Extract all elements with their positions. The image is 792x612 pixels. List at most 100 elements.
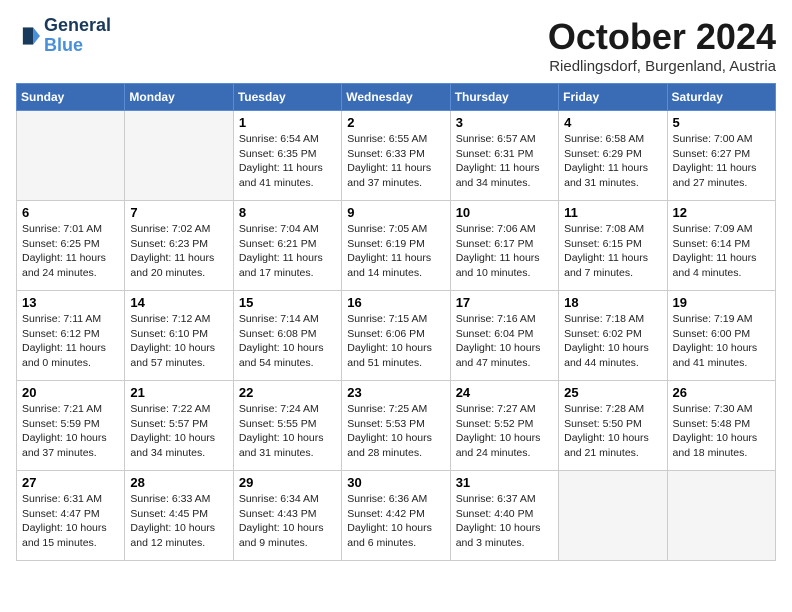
day-number: 3 bbox=[456, 115, 553, 130]
weekday-header: Saturday bbox=[667, 84, 775, 111]
day-number: 22 bbox=[239, 385, 336, 400]
day-number: 14 bbox=[130, 295, 227, 310]
day-info: Sunrise: 7:16 AMSunset: 6:04 PMDaylight:… bbox=[456, 312, 553, 371]
calendar-cell: 20 Sunrise: 7:21 AMSunset: 5:59 PMDayligh… bbox=[17, 381, 125, 471]
calendar-cell: 16 Sunrise: 7:15 AMSunset: 6:06 PMDayligh… bbox=[342, 291, 450, 381]
calendar-cell: 26 Sunrise: 7:30 AMSunset: 5:48 PMDayligh… bbox=[667, 381, 775, 471]
logo-text: General Blue bbox=[44, 16, 111, 56]
calendar-cell: 19 Sunrise: 7:19 AMSunset: 6:00 PMDayligh… bbox=[667, 291, 775, 381]
calendar-cell: 22 Sunrise: 7:24 AMSunset: 5:55 PMDayligh… bbox=[233, 381, 341, 471]
day-info: Sunrise: 7:06 AMSunset: 6:17 PMDaylight:… bbox=[456, 222, 553, 281]
weekday-header: Wednesday bbox=[342, 84, 450, 111]
day-number: 29 bbox=[239, 475, 336, 490]
day-info: Sunrise: 7:02 AMSunset: 6:23 PMDaylight:… bbox=[130, 222, 227, 281]
calendar-week-row: 20 Sunrise: 7:21 AMSunset: 5:59 PMDayligh… bbox=[17, 381, 776, 471]
calendar-cell: 18 Sunrise: 7:18 AMSunset: 6:02 PMDayligh… bbox=[559, 291, 667, 381]
day-number: 18 bbox=[564, 295, 661, 310]
day-info: Sunrise: 7:05 AMSunset: 6:19 PMDaylight:… bbox=[347, 222, 444, 281]
calendar-cell: 13Sunrise: 7:11 AMSunset: 6:12 PMDayligh… bbox=[17, 291, 125, 381]
day-number: 24 bbox=[456, 385, 553, 400]
day-number: 13 bbox=[22, 295, 119, 310]
calendar-cell: 2 Sunrise: 6:55 AMSunset: 6:33 PMDaylight… bbox=[342, 111, 450, 201]
day-number: 1 bbox=[239, 115, 336, 130]
day-number: 4 bbox=[564, 115, 661, 130]
day-info: Sunrise: 7:00 AMSunset: 6:27 PMDaylight:… bbox=[673, 132, 770, 191]
calendar-cell: 31Sunrise: 6:37 AMSunset: 4:40 PMDayligh… bbox=[450, 471, 558, 561]
calendar-cell: 15 Sunrise: 7:14 AMSunset: 6:08 PMDayligh… bbox=[233, 291, 341, 381]
day-number: 16 bbox=[347, 295, 444, 310]
calendar-week-row: 6 Sunrise: 7:01 AMSunset: 6:25 PMDaylight… bbox=[17, 201, 776, 291]
day-number: 31 bbox=[456, 475, 553, 490]
day-number: 21 bbox=[130, 385, 227, 400]
day-number: 6 bbox=[22, 205, 119, 220]
weekday-header: Sunday bbox=[17, 84, 125, 111]
day-info: Sunrise: 7:01 AMSunset: 6:25 PMDaylight:… bbox=[22, 222, 119, 281]
calendar-header-row: SundayMondayTuesdayWednesdayThursdayFrid… bbox=[17, 84, 776, 111]
calendar-cell: 29 Sunrise: 6:34 AMSunset: 4:43 PMDayligh… bbox=[233, 471, 341, 561]
calendar-cell: 3Sunrise: 6:57 AMSunset: 6:31 PMDaylight… bbox=[450, 111, 558, 201]
day-number: 12 bbox=[673, 205, 770, 220]
page-header: General Blue October 2024 Riedlingsdorf,… bbox=[16, 16, 776, 75]
day-info: Sunrise: 6:58 AMSunset: 6:29 PMDaylight:… bbox=[564, 132, 661, 191]
day-info: Sunrise: 7:28 AMSunset: 5:50 PMDaylight:… bbox=[564, 402, 661, 461]
calendar-cell: 23Sunrise: 7:25 AMSunset: 5:53 PMDayligh… bbox=[342, 381, 450, 471]
day-info: Sunrise: 7:15 AMSunset: 6:06 PMDaylight:… bbox=[347, 312, 444, 371]
calendar-cell: 28 Sunrise: 6:33 AMSunset: 4:45 PMDayligh… bbox=[125, 471, 233, 561]
title-block: October 2024 Riedlingsdorf, Burgenland, … bbox=[548, 16, 776, 75]
day-info: Sunrise: 6:55 AMSunset: 6:33 PMDaylight:… bbox=[347, 132, 444, 191]
calendar-cell bbox=[559, 471, 667, 561]
day-number: 9 bbox=[347, 205, 444, 220]
day-number: 25 bbox=[564, 385, 661, 400]
day-info: Sunrise: 7:30 AMSunset: 5:48 PMDaylight:… bbox=[673, 402, 770, 461]
day-number: 27 bbox=[22, 475, 119, 490]
calendar-cell: 30 Sunrise: 6:36 AMSunset: 4:42 PMDayligh… bbox=[342, 471, 450, 561]
location: Riedlingsdorf, Burgenland, Austria bbox=[548, 58, 776, 75]
calendar-week-row: 13Sunrise: 7:11 AMSunset: 6:12 PMDayligh… bbox=[17, 291, 776, 381]
day-info: Sunrise: 7:22 AMSunset: 5:57 PMDaylight:… bbox=[130, 402, 227, 461]
calendar-cell: 17 Sunrise: 7:16 AMSunset: 6:04 PMDayligh… bbox=[450, 291, 558, 381]
day-info: Sunrise: 7:14 AMSunset: 6:08 PMDaylight:… bbox=[239, 312, 336, 371]
day-number: 7 bbox=[130, 205, 227, 220]
day-info: Sunrise: 7:24 AMSunset: 5:55 PMDaylight:… bbox=[239, 402, 336, 461]
calendar-cell: 4 Sunrise: 6:58 AMSunset: 6:29 PMDaylight… bbox=[559, 111, 667, 201]
day-number: 17 bbox=[456, 295, 553, 310]
logo-icon bbox=[16, 24, 40, 48]
day-number: 15 bbox=[239, 295, 336, 310]
day-number: 2 bbox=[347, 115, 444, 130]
day-info: Sunrise: 6:31 AMSunset: 4:47 PMDaylight:… bbox=[22, 492, 119, 551]
day-info: Sunrise: 7:04 AMSunset: 6:21 PMDaylight:… bbox=[239, 222, 336, 281]
day-info: Sunrise: 6:36 AMSunset: 4:42 PMDaylight:… bbox=[347, 492, 444, 551]
day-info: Sunrise: 6:33 AMSunset: 4:45 PMDaylight:… bbox=[130, 492, 227, 551]
calendar-cell: 11Sunrise: 7:08 AMSunset: 6:15 PMDayligh… bbox=[559, 201, 667, 291]
calendar-cell: 14 Sunrise: 7:12 AMSunset: 6:10 PMDayligh… bbox=[125, 291, 233, 381]
day-info: Sunrise: 6:54 AMSunset: 6:35 PMDaylight:… bbox=[239, 132, 336, 191]
day-number: 26 bbox=[673, 385, 770, 400]
calendar-week-row: 1 Sunrise: 6:54 AMSunset: 6:35 PMDaylight… bbox=[17, 111, 776, 201]
day-number: 20 bbox=[22, 385, 119, 400]
month-title: October 2024 bbox=[548, 16, 776, 58]
calendar-cell bbox=[17, 111, 125, 201]
calendar: SundayMondayTuesdayWednesdayThursdayFrid… bbox=[16, 83, 776, 561]
day-info: Sunrise: 7:25 AMSunset: 5:53 PMDaylight:… bbox=[347, 402, 444, 461]
day-info: Sunrise: 7:19 AMSunset: 6:00 PMDaylight:… bbox=[673, 312, 770, 371]
day-number: 19 bbox=[673, 295, 770, 310]
day-number: 11 bbox=[564, 205, 661, 220]
day-info: Sunrise: 6:34 AMSunset: 4:43 PMDaylight:… bbox=[239, 492, 336, 551]
calendar-cell: 21 Sunrise: 7:22 AMSunset: 5:57 PMDayligh… bbox=[125, 381, 233, 471]
weekday-header: Tuesday bbox=[233, 84, 341, 111]
calendar-cell: 25 Sunrise: 7:28 AMSunset: 5:50 PMDayligh… bbox=[559, 381, 667, 471]
day-number: 30 bbox=[347, 475, 444, 490]
weekday-header: Thursday bbox=[450, 84, 558, 111]
calendar-cell: 8 Sunrise: 7:04 AMSunset: 6:21 PMDaylight… bbox=[233, 201, 341, 291]
day-info: Sunrise: 7:12 AMSunset: 6:10 PMDaylight:… bbox=[130, 312, 227, 371]
day-info: Sunrise: 7:18 AMSunset: 6:02 PMDaylight:… bbox=[564, 312, 661, 371]
day-info: Sunrise: 7:09 AMSunset: 6:14 PMDaylight:… bbox=[673, 222, 770, 281]
calendar-cell bbox=[667, 471, 775, 561]
day-number: 8 bbox=[239, 205, 336, 220]
logo: General Blue bbox=[16, 16, 111, 56]
calendar-cell: 1 Sunrise: 6:54 AMSunset: 6:35 PMDaylight… bbox=[233, 111, 341, 201]
day-number: 28 bbox=[130, 475, 227, 490]
calendar-cell: 9 Sunrise: 7:05 AMSunset: 6:19 PMDaylight… bbox=[342, 201, 450, 291]
day-info: Sunrise: 7:21 AMSunset: 5:59 PMDaylight:… bbox=[22, 402, 119, 461]
calendar-cell: 6 Sunrise: 7:01 AMSunset: 6:25 PMDaylight… bbox=[17, 201, 125, 291]
